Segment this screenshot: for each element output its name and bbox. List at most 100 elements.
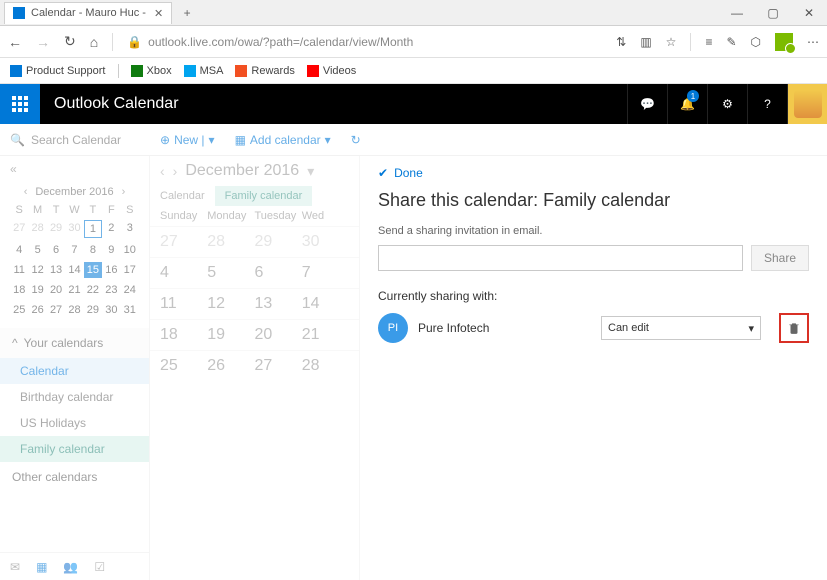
mini-day[interactable]: 16	[102, 262, 120, 278]
browser-tab[interactable]: Calendar - Mauro Huc - ✕	[4, 2, 172, 24]
month-dropdown-icon[interactable]: ▾	[307, 163, 314, 180]
mini-day[interactable]: 30	[102, 302, 120, 318]
hub-icon[interactable]: ≡	[705, 35, 712, 49]
mini-day[interactable]: 26	[28, 302, 46, 318]
mini-day[interactable]: 6	[47, 242, 65, 258]
mini-day[interactable]: 1	[84, 220, 102, 238]
mini-day[interactable]: 15	[84, 262, 102, 278]
mini-day[interactable]: 7	[65, 242, 83, 258]
maximize-button[interactable]: ▢	[755, 6, 791, 20]
mini-day[interactable]: 28	[28, 220, 46, 238]
mini-day[interactable]: 24	[121, 282, 139, 298]
calendar-list-item[interactable]: US Holidays	[0, 410, 149, 436]
permission-select[interactable]: Can edit ▾	[601, 316, 761, 340]
month-day-cell[interactable]: 29	[255, 233, 302, 251]
month-prev-icon[interactable]: ‹	[160, 163, 165, 179]
mini-day[interactable]: 9	[102, 242, 120, 258]
mini-prev-month-icon[interactable]: ‹	[24, 186, 28, 198]
add-calendar-button[interactable]: ▦ Add calendar ▾	[235, 133, 331, 147]
calendar-list-item[interactable]: Calendar	[0, 358, 149, 384]
other-calendars-toggle[interactable]: Other calendars	[0, 462, 149, 492]
month-day-cell[interactable]: 7	[302, 264, 349, 282]
collapse-sidebar-icon[interactable]: «	[0, 156, 149, 182]
calendar-tab[interactable]: Family calendar	[215, 186, 313, 206]
tasks-icon[interactable]: ☑	[94, 560, 105, 574]
calendar-icon[interactable]: ▦	[36, 560, 47, 574]
remove-share-button[interactable]	[779, 313, 809, 343]
month-day-cell[interactable]: 26	[207, 357, 254, 375]
new-event-button[interactable]: ⊕ New |▾	[160, 133, 215, 147]
mini-day[interactable]: 18	[10, 282, 28, 298]
mini-day[interactable]: 11	[10, 262, 28, 278]
month-day-cell[interactable]: 21	[302, 326, 349, 344]
mini-day[interactable]: 27	[47, 302, 65, 318]
address-field[interactable]: 🔒 outlook.live.com/owa/?path=/calendar/v…	[127, 35, 602, 49]
notifications-icon[interactable]: 🔔 1	[667, 84, 707, 124]
month-day-cell[interactable]: 12	[207, 295, 254, 313]
people-icon[interactable]: 👥	[63, 560, 78, 574]
mini-day[interactable]: 23	[102, 282, 120, 298]
cast-icon[interactable]: ⇅	[616, 35, 626, 49]
month-day-cell[interactable]: 30	[302, 233, 349, 251]
favorite-item[interactable]: MSA	[184, 65, 224, 77]
mini-day[interactable]: 2	[102, 220, 120, 238]
forward-button[interactable]: →	[36, 34, 50, 50]
calendar-list-item[interactable]: Birthday calendar	[0, 384, 149, 410]
mini-day[interactable]: 30	[65, 220, 83, 238]
close-tab-icon[interactable]: ✕	[154, 7, 163, 20]
search-box[interactable]: 🔍	[0, 133, 150, 147]
mini-day[interactable]: 19	[28, 282, 46, 298]
refresh-button[interactable]: ↻	[64, 33, 76, 50]
month-day-cell[interactable]: 27	[160, 233, 207, 251]
share-button[interactable]: Share	[751, 245, 809, 271]
notes-icon[interactable]: ✎	[726, 35, 736, 49]
mini-day[interactable]: 4	[10, 242, 28, 258]
month-day-cell[interactable]: 14	[302, 295, 349, 313]
minimize-button[interactable]: —	[719, 6, 755, 20]
month-day-cell[interactable]: 13	[255, 295, 302, 313]
calendar-list-item[interactable]: Family calendar	[0, 436, 149, 462]
mini-day[interactable]: 25	[10, 302, 28, 318]
home-button[interactable]: ⌂	[90, 34, 98, 50]
search-input[interactable]	[31, 133, 131, 147]
mini-day[interactable]: 14	[65, 262, 83, 278]
calendar-tab[interactable]: Calendar	[150, 186, 215, 206]
mini-day[interactable]: 21	[65, 282, 83, 298]
favorite-item[interactable]: Rewards	[235, 65, 294, 77]
close-window-button[interactable]: ✕	[791, 6, 827, 20]
mini-day[interactable]: 13	[47, 262, 65, 278]
mini-day[interactable]: 10	[121, 242, 139, 258]
mini-day[interactable]: 12	[28, 262, 46, 278]
mini-day[interactable]: 29	[84, 302, 102, 318]
favorite-item[interactable]: Videos	[307, 65, 356, 77]
month-day-cell[interactable]: 5	[207, 264, 254, 282]
month-day-cell[interactable]: 18	[160, 326, 207, 344]
month-day-cell[interactable]: 6	[255, 264, 302, 282]
done-button[interactable]: ✔ Done	[378, 166, 809, 180]
profile-badge-icon[interactable]	[775, 33, 793, 51]
month-day-cell[interactable]: 20	[255, 326, 302, 344]
app-launcher-button[interactable]	[0, 84, 40, 124]
mini-next-month-icon[interactable]: ›	[122, 186, 126, 198]
month-day-cell[interactable]: 28	[207, 233, 254, 251]
more-icon[interactable]: ⋯	[807, 35, 819, 49]
reading-list-icon[interactable]: ▥	[640, 35, 651, 49]
refresh-calendar-icon[interactable]: ↻	[351, 133, 361, 147]
share-email-input[interactable]	[378, 245, 743, 271]
favorite-item[interactable]: Xbox	[131, 65, 172, 77]
mini-day[interactable]: 29	[47, 220, 65, 238]
month-day-cell[interactable]: 25	[160, 357, 207, 375]
mini-day[interactable]: 28	[65, 302, 83, 318]
your-calendars-toggle[interactable]: ^ Your calendars	[0, 328, 149, 358]
help-icon[interactable]: ?	[747, 84, 787, 124]
month-day-cell[interactable]: 4	[160, 264, 207, 282]
mini-day[interactable]: 8	[84, 242, 102, 258]
month-next-icon[interactable]: ›	[173, 163, 178, 179]
month-day-cell[interactable]: 28	[302, 357, 349, 375]
mail-icon[interactable]: ✉	[10, 560, 20, 574]
mini-day[interactable]: 20	[47, 282, 65, 298]
settings-gear-icon[interactable]: ⚙	[707, 84, 747, 124]
account-avatar[interactable]	[787, 84, 827, 124]
back-button[interactable]: ←	[8, 34, 22, 50]
month-day-cell[interactable]: 27	[255, 357, 302, 375]
